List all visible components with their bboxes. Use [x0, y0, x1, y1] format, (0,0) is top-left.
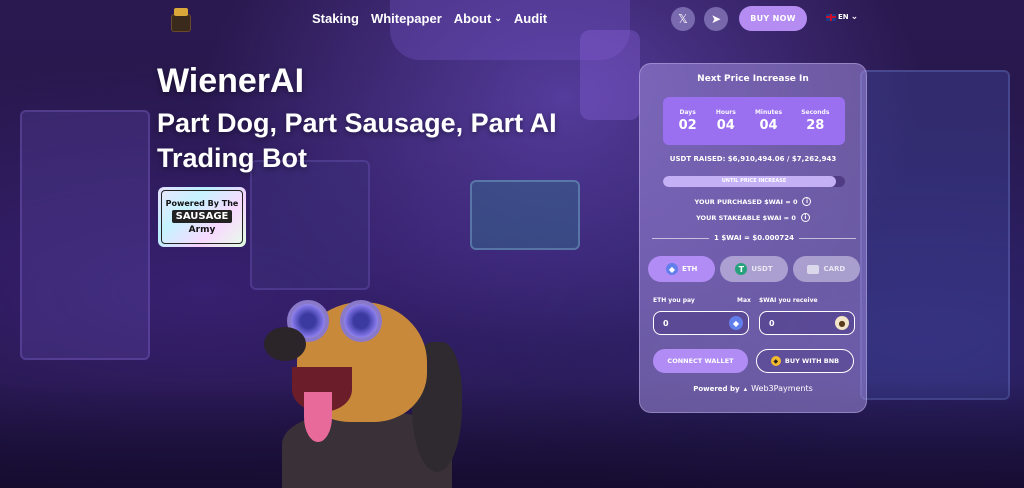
connect-wallet-button[interactable]: CONNECT WALLET	[653, 349, 748, 373]
hero-title: WienerAI	[157, 62, 305, 100]
receive-value: 0	[769, 318, 775, 328]
language-label: EN	[838, 13, 849, 21]
telegram-icon[interactable]: ➤	[704, 7, 728, 31]
bnb-icon: ◆	[770, 356, 781, 366]
card-icon	[807, 264, 820, 274]
web3payments-logo-icon: ▴	[743, 384, 748, 393]
powered-by: Powered by ▴ Web3Payments	[640, 384, 866, 393]
usdt-icon: T	[735, 263, 748, 275]
powered-by-label: Powered by	[693, 384, 740, 393]
nav-staking[interactable]: Staking	[312, 11, 359, 26]
usdt-raised-text: USDT RAISED: $6,910,494.06 / $7,262,943	[669, 155, 837, 163]
tab-usdt[interactable]: T USDT	[720, 256, 788, 282]
tab-eth[interactable]: ◆ ETH	[648, 256, 716, 282]
presale-progress-bar: UNTIL PRICE INCREASE	[663, 176, 845, 187]
info-icon[interactable]: i	[802, 197, 812, 206]
chevron-down-icon: ⌄	[850, 12, 859, 22]
eth-icon: ◆	[729, 316, 743, 330]
progress-label: UNTIL PRICE INCREASE	[721, 178, 787, 184]
info-icon[interactable]: i	[800, 213, 810, 222]
nav-audit[interactable]: Audit	[514, 11, 547, 26]
wai-receive-input[interactable]: 0 ●	[759, 311, 855, 335]
purchased-wai: YOUR PURCHASED $WAI = 0 i	[640, 197, 866, 206]
payment-method-tabs: ◆ ETH T USDT CARD	[648, 256, 860, 282]
pay-label: ETH you pay	[653, 297, 695, 304]
bg-monitor	[250, 160, 370, 290]
buy-now-button[interactable]: BUY NOW	[739, 6, 807, 31]
countdown-timer: Days 02 Hours 04 Minutes 04 Seconds 28	[663, 97, 845, 145]
site-logo[interactable]	[168, 6, 194, 32]
sausage-army-badge: Powered By The SAUSAGE Army	[158, 187, 246, 247]
nav-about-label: About	[453, 11, 492, 26]
presale-title: Next Price Increase In	[697, 74, 809, 84]
main-nav: Staking Whitepaper About ⌄ Audit	[312, 11, 547, 26]
rate-divider: 1 $WAI = $0.000724	[652, 234, 857, 242]
wai-token-icon: ●	[835, 316, 849, 330]
bg-machine-left	[20, 110, 150, 360]
bg-machine-right	[860, 70, 1010, 400]
eth-pay-input[interactable]: 0 ◆	[653, 311, 749, 335]
badge-line-1: Powered By The	[165, 199, 239, 208]
countdown-days: Days 02	[678, 109, 697, 133]
purchased-wai-text: YOUR PURCHASED $WAI = 0	[694, 197, 798, 206]
eth-icon: ◆	[665, 263, 678, 275]
pay-value: 0	[663, 318, 669, 328]
badge-line-3: Army	[188, 225, 216, 235]
stakeable-wai-text: YOUR STAKEABLE $WAI = 0	[696, 213, 796, 222]
bg-floor-shadow	[0, 380, 1024, 488]
nav-about[interactable]: About ⌄	[454, 11, 502, 26]
tab-card[interactable]: CARD	[792, 256, 860, 282]
badge-line-2: SAUSAGE	[171, 210, 233, 223]
language-selector[interactable]: EN ⌄	[826, 12, 858, 22]
uk-flag-icon	[826, 13, 836, 21]
stakeable-wai: YOUR STAKEABLE $WAI = 0 i	[640, 213, 866, 222]
countdown-hours: Hours 04	[715, 109, 736, 133]
token-rate: 1 $WAI = $0.000724	[714, 234, 794, 242]
countdown-minutes: Minutes 04	[754, 109, 783, 133]
buy-with-bnb-button[interactable]: ◆ BUY WITH BNB	[756, 349, 854, 373]
receive-label: $WAI you receive	[759, 297, 818, 304]
web3payments-name: Web3Payments	[751, 384, 813, 393]
hero-subtitle: Part Dog, Part Sausage, Part AI Trading …	[157, 108, 557, 173]
dog-mascot	[262, 292, 467, 488]
presale-widget: Next Price Increase In Days 02 Hours 04 …	[639, 63, 867, 413]
max-button[interactable]: Max	[737, 297, 751, 304]
bg-screen	[470, 180, 580, 250]
countdown-seconds: Seconds 28	[801, 109, 830, 133]
x-icon[interactable]: 𝕏	[671, 7, 695, 31]
chevron-down-icon: ⌄	[494, 13, 502, 23]
nav-whitepaper[interactable]: Whitepaper	[371, 11, 442, 26]
